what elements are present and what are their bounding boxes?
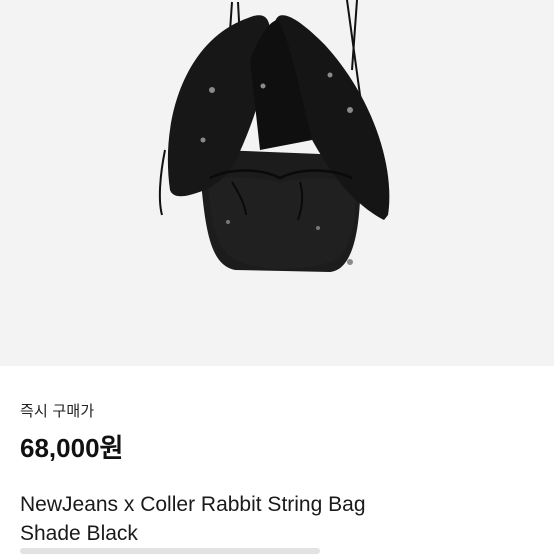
product-photo[interactable]	[0, 0, 554, 366]
product-price: 68,000원	[20, 433, 124, 463]
product-title-line2: Shade Black	[20, 522, 138, 545]
product-bag-illustration	[158, 0, 390, 272]
product-info-panel: 즉시 구매가 68,000원 NewJeans x Coller Rabbit …	[0, 366, 554, 554]
product-title-line1: NewJeans x Coller Rabbit String Bag	[20, 493, 366, 516]
partial-text-cutoff	[20, 548, 320, 554]
sale-type-label: 즉시 구매가	[20, 403, 95, 420]
product-title: NewJeans x Coller Rabbit String Bag Shad…	[20, 490, 530, 548]
